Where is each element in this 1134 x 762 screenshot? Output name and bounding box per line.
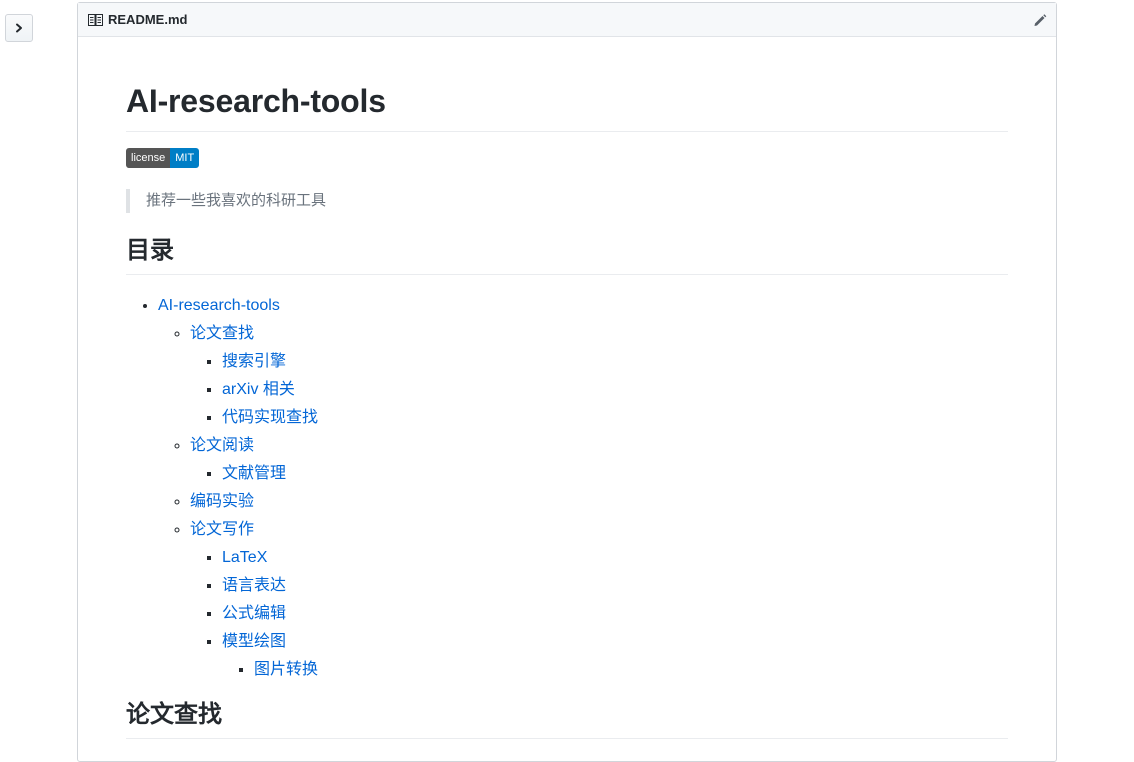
list-item: 文献管理 <box>222 462 1008 486</box>
toc-link[interactable]: 编码实验 <box>190 493 254 510</box>
list-item: LaTeX <box>222 546 1008 570</box>
badge-label: license <box>126 148 171 168</box>
toc-link[interactable]: LaTeX <box>222 549 267 566</box>
toc-link[interactable]: 语言表达 <box>222 577 286 594</box>
list-item: 论文写作 LaTeX 语言表达 公式编辑 模型绘图 图片转换 <box>190 518 1008 682</box>
license-badge[interactable]: license MIT <box>126 148 200 168</box>
list-item: 代码实现查找 <box>222 406 1008 430</box>
list-item: 公式编辑 <box>222 602 1008 626</box>
chevron-right-icon <box>16 23 22 33</box>
list-item: 论文阅读 文献管理 <box>190 434 1008 486</box>
list-item: 论文查找 搜索引擎 arXiv 相关 代码实现查找 <box>190 322 1008 430</box>
book-icon <box>88 13 103 26</box>
toc-link[interactable]: 论文阅读 <box>190 437 254 454</box>
sidebar-toggle-button[interactable] <box>5 14 33 42</box>
readme-title: AI-research-tools <box>126 81 1008 132</box>
list-item: 编码实验 <box>190 490 1008 514</box>
badge-value: MIT <box>170 148 200 168</box>
list-item: arXiv 相关 <box>222 378 1008 402</box>
toc-link[interactable]: 模型绘图 <box>222 633 286 650</box>
toc-link[interactable]: arXiv 相关 <box>222 381 295 398</box>
file-name: README.md <box>108 12 188 27</box>
list-item: 语言表达 <box>222 574 1008 598</box>
toc-link[interactable]: AI-research-tools <box>158 297 280 314</box>
file-header: README.md <box>78 3 1056 37</box>
markdown-body: AI-research-tools license MIT 推荐一些我喜欢的科研… <box>78 81 1056 739</box>
list-item: 模型绘图 图片转换 <box>222 630 1008 682</box>
toc-link[interactable]: 搜索引擎 <box>222 353 286 370</box>
readme-file-box: README.md AI-research-tools license MIT … <box>77 2 1057 762</box>
list-item: 搜索引擎 <box>222 350 1008 374</box>
toc-link[interactable]: 论文写作 <box>190 521 254 538</box>
intro-quote: 推荐一些我喜欢的科研工具 <box>126 189 1008 213</box>
list-item: AI-research-tools 论文查找 搜索引擎 arXiv 相关 代码实… <box>158 294 1008 682</box>
section-heading: 论文查找 <box>126 700 1008 739</box>
edit-button[interactable] <box>1032 12 1048 28</box>
toc-link[interactable]: 图片转换 <box>254 661 318 678</box>
toc-link[interactable]: 论文查找 <box>190 325 254 342</box>
toc-link[interactable]: 公式编辑 <box>222 605 286 622</box>
toc-link[interactable]: 文献管理 <box>222 465 286 482</box>
toc-link[interactable]: 代码实现查找 <box>222 409 318 426</box>
toc-list: AI-research-tools 论文查找 搜索引擎 arXiv 相关 代码实… <box>126 294 1008 682</box>
toc-heading: 目录 <box>126 236 1008 275</box>
list-item: 图片转换 <box>254 658 1008 682</box>
pencil-icon <box>1034 14 1047 26</box>
